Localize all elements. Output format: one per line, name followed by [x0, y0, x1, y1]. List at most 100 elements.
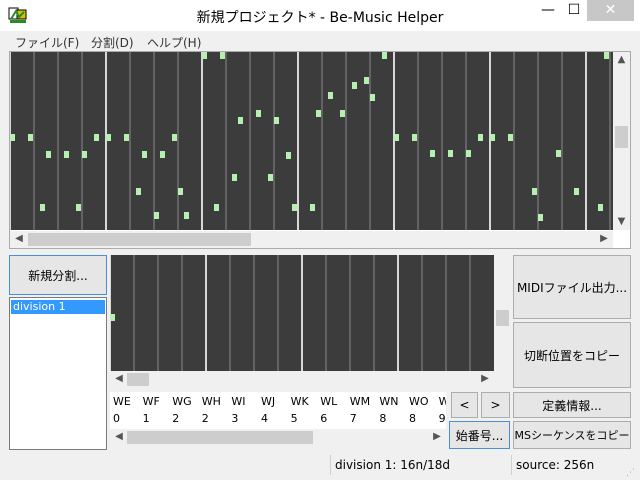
new-division-button[interactable]: 新規分割...: [9, 255, 107, 295]
note[interactable]: [232, 174, 237, 181]
note[interactable]: [340, 110, 345, 117]
note[interactable]: [364, 77, 369, 84]
menu-file[interactable]: ファイル(F): [15, 34, 79, 51]
channel-header: W: [438, 395, 446, 408]
note[interactable]: [220, 52, 225, 59]
note[interactable]: [94, 134, 99, 141]
chevron-left-icon[interactable]: ◀: [111, 429, 127, 446]
division-list[interactable]: division 1: [9, 297, 107, 450]
note[interactable]: [160, 151, 165, 158]
channel-header: WL: [320, 395, 338, 408]
channel-table-scroll-thumb[interactable]: [127, 431, 313, 444]
channel-header: WJ: [261, 395, 276, 408]
channel-value: 2: [201, 412, 209, 425]
close-button[interactable]: ✕: [587, 0, 634, 21]
chevron-left-icon[interactable]: ◀: [11, 231, 27, 248]
note[interactable]: [136, 188, 141, 195]
note[interactable]: [466, 150, 471, 157]
channel-value: 1: [142, 412, 150, 425]
division-status: division 1: 16n/18d: [330, 455, 510, 475]
channel-value: 5: [290, 412, 298, 425]
channel-value: 9: [438, 412, 446, 425]
minimize-button[interactable]: —: [535, 0, 561, 21]
note[interactable]: [256, 110, 261, 117]
channel-header: WO: [409, 395, 429, 408]
channel-value: 4: [261, 412, 268, 425]
definition-info-button[interactable]: 定義情報...: [513, 392, 631, 418]
chevron-right-icon[interactable]: ▶: [429, 429, 445, 446]
menu-help[interactable]: ヘルプ(H): [147, 34, 201, 51]
note[interactable]: [598, 204, 603, 211]
note[interactable]: [508, 134, 513, 141]
note[interactable]: [142, 151, 147, 158]
note[interactable]: [352, 82, 357, 89]
channel-value: 8: [379, 412, 387, 425]
note[interactable]: [412, 134, 417, 141]
menu-division[interactable]: 分割(D): [91, 34, 134, 51]
copy-ms-sequence-button[interactable]: MSシーケンスをコピー: [513, 421, 631, 449]
note[interactable]: [82, 151, 87, 158]
note[interactable]: [238, 117, 243, 124]
note[interactable]: [178, 188, 183, 195]
note[interactable]: [40, 204, 45, 211]
chevron-right-icon[interactable]: ▶: [596, 231, 612, 248]
note[interactable]: [430, 150, 435, 157]
note[interactable]: [490, 134, 495, 141]
chevron-right-icon[interactable]: ▶: [477, 371, 493, 388]
editor-horizontal-scroll-thumb[interactable]: [28, 233, 251, 246]
note[interactable]: [328, 92, 333, 99]
division-preview-grid: [110, 255, 471, 371]
note[interactable]: [268, 174, 273, 181]
note[interactable]: [172, 134, 177, 141]
chevron-left-icon[interactable]: ◀: [111, 371, 127, 388]
channel-value: 3: [231, 412, 239, 425]
midi-export-button[interactable]: MIDIファイル出力...: [513, 255, 631, 319]
note[interactable]: [478, 134, 483, 141]
copy-cut-positions-button[interactable]: 切断位置をコピー: [513, 322, 631, 388]
note[interactable]: [604, 52, 609, 59]
note[interactable]: [202, 52, 207, 59]
note[interactable]: [556, 150, 561, 157]
chevron-up-icon[interactable]: ▲: [613, 52, 630, 68]
note[interactable]: [46, 151, 51, 158]
note[interactable]: [532, 188, 537, 195]
division-preview-canvas[interactable]: [110, 255, 494, 371]
preview-horizontal-scrollbar[interactable]: [110, 371, 494, 388]
note[interactable]: [394, 134, 399, 141]
note[interactable]: [10, 134, 15, 141]
note[interactable]: [286, 152, 291, 159]
note[interactable]: [538, 214, 543, 221]
note[interactable]: [64, 151, 69, 158]
note[interactable]: [448, 150, 453, 157]
preview-vertical-scroll-thumb[interactable]: [496, 310, 509, 326]
maximize-button[interactable]: ☐: [561, 0, 587, 21]
channel-header: WH: [201, 395, 221, 408]
editor-vertical-scroll-thumb[interactable]: [615, 126, 628, 148]
note[interactable]: [106, 134, 111, 141]
prev-button[interactable]: <: [451, 392, 478, 418]
start-number-button[interactable]: 始番号...: [449, 421, 510, 449]
note[interactable]: [28, 134, 33, 141]
note[interactable]: [110, 314, 115, 321]
note[interactable]: [370, 94, 375, 101]
channel-header: WN: [379, 395, 399, 408]
note[interactable]: [76, 204, 81, 211]
chevron-down-icon[interactable]: ▼: [613, 214, 630, 230]
preview-horizontal-scroll-thumb[interactable]: [127, 373, 149, 386]
note[interactable]: [574, 188, 579, 195]
note[interactable]: [124, 134, 129, 141]
resize-grip[interactable]: ⋰: [626, 468, 638, 478]
note[interactable]: [154, 212, 159, 219]
note[interactable]: [214, 204, 219, 211]
note[interactable]: [316, 110, 321, 117]
note[interactable]: [382, 52, 387, 59]
channel-table: WE 0 WF 1 WG 2 WH 2 WI 3 WJ 4 WK 5 WL 6 WM 7 WN 8 WO 8 W 9: [110, 392, 446, 429]
note[interactable]: [292, 204, 297, 211]
note[interactable]: [184, 212, 189, 219]
note[interactable]: [274, 117, 279, 124]
next-button[interactable]: >: [481, 392, 510, 418]
note-editor-canvas[interactable]: [10, 52, 613, 230]
list-item[interactable]: division 1: [11, 300, 105, 314]
note[interactable]: [310, 204, 315, 211]
channel-header: WM: [349, 395, 371, 408]
